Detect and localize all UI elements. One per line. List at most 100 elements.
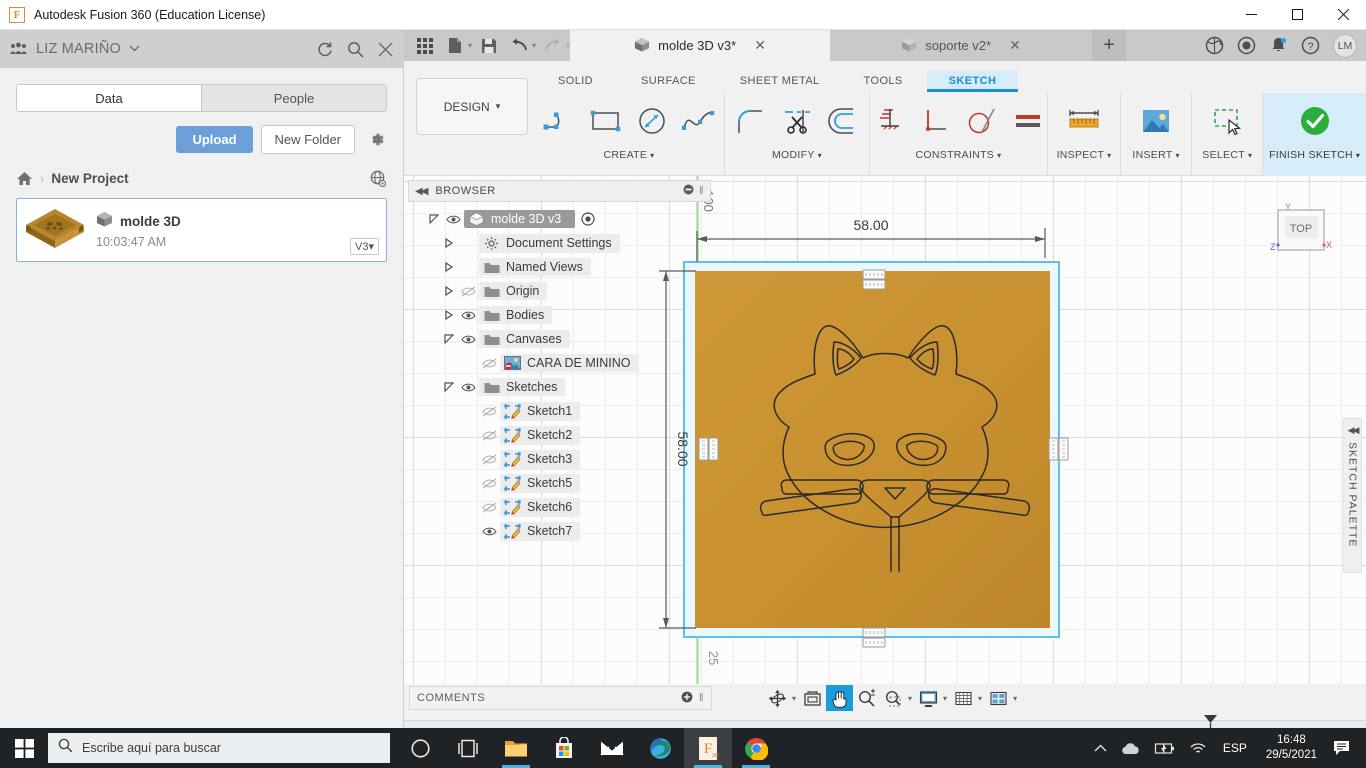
document-tab-molde-3d[interactable]: molde 3D v3* ✕ xyxy=(570,30,831,61)
help-icon[interactable]: ? xyxy=(1295,30,1325,61)
expand-arrow-icon[interactable] xyxy=(441,382,457,392)
undo-caret-icon[interactable]: ▾ xyxy=(532,41,536,50)
finish-check-icon[interactable] xyxy=(1293,97,1337,145)
browser-dot-icon[interactable] xyxy=(683,184,694,198)
tree-item-bodies[interactable]: Bodies xyxy=(408,303,711,327)
job-status-icon[interactable] xyxy=(1231,30,1261,61)
globe-icon[interactable] xyxy=(369,170,387,187)
ribbon-group-label-finish-sketch[interactable]: FINISH SKETCH ▾ xyxy=(1269,149,1360,165)
new-file-icon[interactable] xyxy=(442,33,468,59)
tree-item-canvases[interactable]: Canvases xyxy=(408,327,711,351)
look-at-icon[interactable] xyxy=(799,685,826,711)
save-icon[interactable] xyxy=(476,33,502,59)
google-chrome-icon[interactable] xyxy=(732,728,780,768)
collapse-left-icon[interactable]: ◀◀ xyxy=(1348,425,1360,436)
display-settings-icon[interactable] xyxy=(915,685,942,711)
ground-icon[interactable] xyxy=(868,97,912,145)
minimize-button[interactable] xyxy=(1228,0,1274,30)
windows-start-icon[interactable] xyxy=(0,728,48,768)
maximize-button[interactable] xyxy=(1274,0,1320,30)
document-tab-close-icon[interactable]: ✕ xyxy=(754,37,766,54)
visibility-eye-hidden-icon[interactable] xyxy=(478,501,500,513)
document-tab-soporte[interactable]: soporte v2* ✕ xyxy=(830,30,1092,61)
home-icon[interactable] xyxy=(16,171,33,186)
tree-item-sketch3[interactable]: Sketch3 xyxy=(408,447,711,471)
ribbon-group-label-constraints[interactable]: CONSTRAINTS ▾ xyxy=(916,149,1002,165)
ribbon-group-label-create[interactable]: CREATE ▾ xyxy=(604,149,655,165)
tray-expand-chevron-icon[interactable] xyxy=(1087,744,1114,753)
tab-sketch[interactable]: SKETCH xyxy=(926,71,1019,92)
mail-icon[interactable] xyxy=(588,728,636,768)
refresh-icon[interactable] xyxy=(316,41,333,58)
equal-icon[interactable] xyxy=(1006,97,1050,145)
language-indicator[interactable]: ESP xyxy=(1214,741,1256,755)
perpendicular-icon[interactable] xyxy=(914,97,958,145)
circle-icon[interactable] xyxy=(630,97,674,145)
tree-item-sketch2[interactable]: Sketch2 xyxy=(408,423,711,447)
grid-snaps-caret-icon[interactable]: ▾ xyxy=(978,694,982,703)
tree-item-sketch7[interactable]: Sketch7 xyxy=(408,519,711,543)
browser-resize-handle[interactable]: ‖ xyxy=(699,185,704,197)
spline-icon[interactable] xyxy=(676,97,720,145)
upload-button[interactable]: Upload xyxy=(176,126,253,153)
tab-surface[interactable]: SURFACE xyxy=(617,71,720,92)
tree-item-sketch6[interactable]: Sketch6 xyxy=(408,495,711,519)
viewports-caret-icon[interactable]: ▾ xyxy=(1013,694,1017,703)
visibility-eye-icon[interactable] xyxy=(478,526,500,537)
collapse-left-icon[interactable]: ◀◀ xyxy=(415,186,428,197)
visibility-eye-hidden-icon[interactable] xyxy=(478,405,500,417)
avatar[interactable]: LM xyxy=(1333,33,1357,58)
undo-icon[interactable] xyxy=(506,33,532,59)
tab-people[interactable]: People xyxy=(201,85,386,111)
search-icon[interactable] xyxy=(347,41,364,58)
gear-icon[interactable] xyxy=(367,130,386,149)
select-window-icon[interactable] xyxy=(1205,97,1249,145)
extensions-icon[interactable] xyxy=(1199,30,1229,61)
visibility-eye-hidden-icon[interactable] xyxy=(478,357,500,369)
visibility-eye-hidden-icon[interactable] xyxy=(457,285,479,297)
ribbon-group-label-inspect[interactable]: INSPECT ▾ xyxy=(1057,149,1112,165)
wifi-icon[interactable] xyxy=(1182,742,1214,755)
visibility-eye-icon[interactable] xyxy=(442,214,464,225)
ribbon-group-label-insert[interactable]: INSERT ▾ xyxy=(1132,149,1179,165)
close-panel-icon[interactable] xyxy=(378,41,393,57)
chevron-down-icon[interactable] xyxy=(129,44,140,54)
tab-tools[interactable]: TOOLS xyxy=(840,71,927,92)
visibility-eye-icon[interactable] xyxy=(457,382,479,393)
visibility-eye-icon[interactable] xyxy=(457,310,479,321)
action-center-icon[interactable] xyxy=(1327,740,1362,756)
offset-icon[interactable] xyxy=(821,97,865,145)
insert-image-icon[interactable] xyxy=(1134,97,1178,145)
new-document-tab-button[interactable]: + xyxy=(1092,30,1127,61)
tree-item-sketches[interactable]: Sketches xyxy=(408,375,711,399)
battery-icon[interactable] xyxy=(1147,742,1182,755)
orbit-icon[interactable] xyxy=(764,685,791,711)
tab-data[interactable]: Data xyxy=(17,85,201,111)
cortana-icon[interactable] xyxy=(396,728,444,768)
zoom-window-icon[interactable] xyxy=(880,685,907,711)
tab-sheet-metal[interactable]: SHEET METAL xyxy=(720,71,840,92)
grid-snaps-icon[interactable] xyxy=(950,685,977,711)
add-comment-icon[interactable] xyxy=(681,691,693,706)
tree-item-origin[interactable]: Origin xyxy=(408,279,711,303)
collapse-arrow-icon[interactable] xyxy=(441,262,457,272)
display-settings-caret-icon[interactable]: ▾ xyxy=(943,694,947,703)
clock[interactable]: 16:48 29/5/2021 xyxy=(1256,733,1327,763)
tangent-icon[interactable] xyxy=(960,97,1004,145)
collapse-arrow-icon[interactable] xyxy=(441,310,457,320)
tree-item-molde-3d-v3[interactable]: molde 3D v3 xyxy=(408,207,711,231)
orbit-caret-icon[interactable]: ▾ xyxy=(792,694,796,703)
tree-item-named-views[interactable]: Named Views xyxy=(408,255,711,279)
app-grid-icon[interactable] xyxy=(412,33,438,59)
task-view-icon[interactable] xyxy=(444,728,492,768)
comments-bar[interactable]: COMMENTS ‖ xyxy=(409,686,712,710)
file-explorer-icon[interactable] xyxy=(492,728,540,768)
notifications-icon[interactable] xyxy=(1263,30,1293,61)
collapse-arrow-icon[interactable] xyxy=(441,286,457,296)
tab-solid[interactable]: SOLID xyxy=(534,71,617,92)
tree-item-sketch1[interactable]: Sketch1 xyxy=(408,399,711,423)
new-folder-button[interactable]: New Folder xyxy=(260,125,355,154)
sketch-palette-panel[interactable]: ◀◀ SKETCH PALETTE xyxy=(1343,418,1362,573)
visibility-eye-hidden-icon[interactable] xyxy=(478,453,500,465)
tree-item-cara-de-minino[interactable]: CARA DE MININO xyxy=(408,351,711,375)
